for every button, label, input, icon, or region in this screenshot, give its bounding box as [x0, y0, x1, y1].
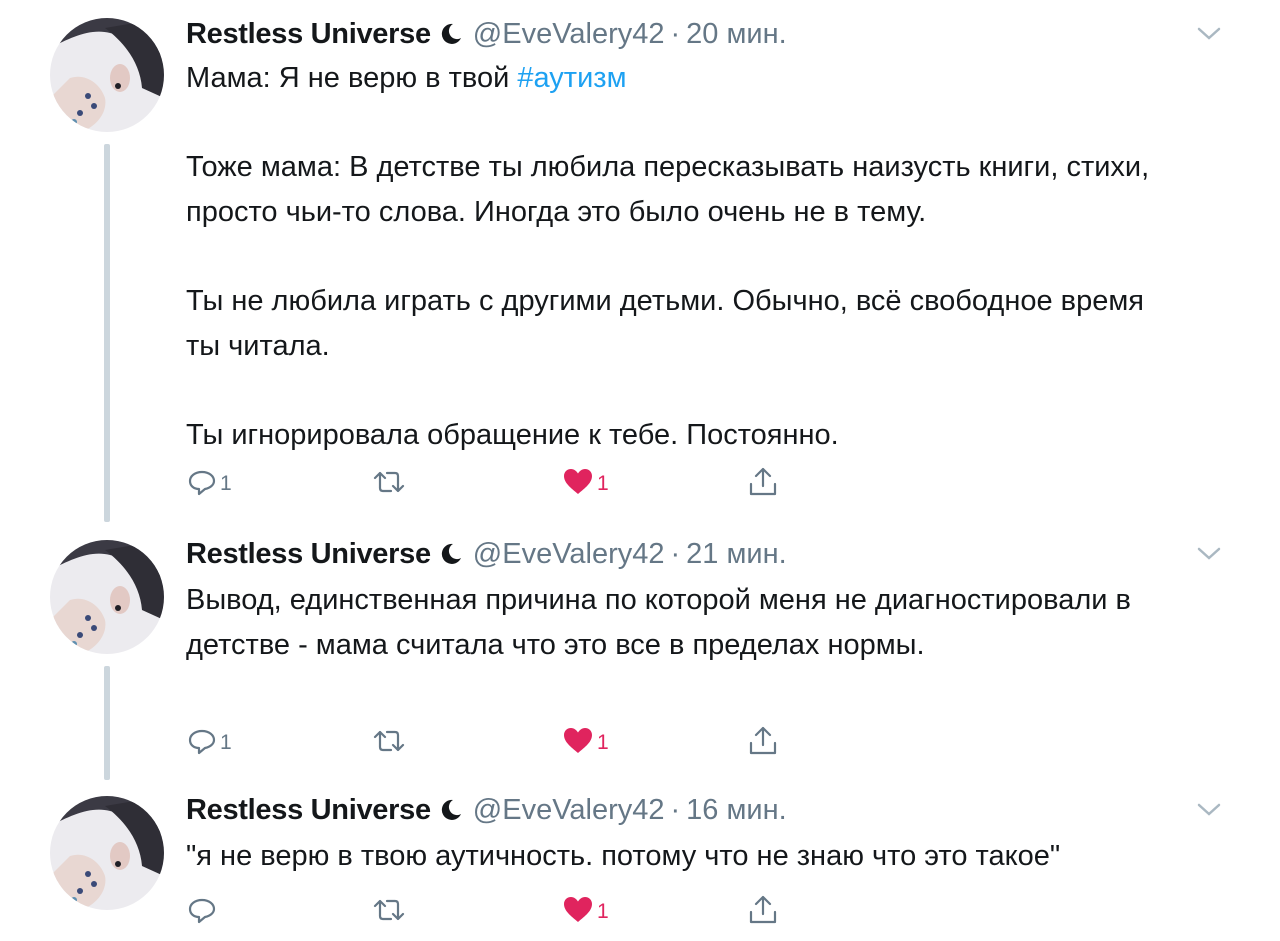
tweet-text-prefix: Мама: Я не верю в твой	[186, 62, 518, 94]
author-handle[interactable]: @EveValery42	[473, 538, 665, 571]
tweet-actions: 1	[186, 894, 806, 931]
author-name[interactable]: Restless Universe	[186, 794, 431, 827]
author-name[interactable]: Restless Universe	[186, 18, 431, 51]
tweet-1: Restless Universe @EveValery42 · 20 мин.…	[0, 0, 1280, 522]
like-count: 1	[597, 472, 609, 495]
chevron-down-icon[interactable]	[1195, 544, 1223, 564]
crescent-moon-icon	[439, 542, 463, 566]
tweet-timestamp[interactable]: 16 мин.	[686, 794, 787, 827]
tweet-header: Restless Universe @EveValery42 · 16 мин.	[186, 790, 787, 830]
share-icon	[746, 466, 780, 503]
tweet-text: "я не верю в твою аутичность. потому что…	[186, 840, 1061, 872]
separator-dot: ·	[670, 793, 681, 826]
thread-line	[104, 144, 110, 522]
retweet-icon	[371, 725, 407, 762]
share-icon	[746, 725, 780, 762]
author-handle[interactable]: @EveValery42	[473, 794, 665, 827]
reply-icon	[186, 894, 218, 931]
reply-icon	[186, 466, 218, 503]
share-button[interactable]	[746, 725, 780, 762]
thread-line	[104, 666, 110, 780]
tweet-paragraph: Тоже мама: В детстве ты любила пересказы…	[186, 151, 1150, 228]
tweet-paragraph: Ты игнорировала обращение к тебе. Постоя…	[186, 419, 839, 451]
reply-button[interactable]: 1	[186, 727, 232, 759]
tweet-timestamp[interactable]: 20 мин.	[686, 18, 787, 51]
hashtag-link[interactable]: #аутизм	[517, 62, 626, 94]
avatar[interactable]	[50, 540, 164, 654]
author-name[interactable]: Restless Universe	[186, 538, 431, 571]
tweet-header: Restless Universe @EveValery42 · 21 мин.	[186, 534, 787, 574]
reply-button[interactable]	[186, 896, 220, 928]
tweet-timestamp[interactable]: 21 мин.	[686, 538, 787, 571]
reply-count: 1	[220, 731, 232, 754]
retweet-button[interactable]	[371, 896, 409, 928]
avatar[interactable]	[50, 796, 164, 910]
share-button[interactable]	[746, 466, 780, 503]
like-count: 1	[597, 900, 609, 923]
like-button[interactable]: 1	[561, 896, 609, 928]
retweet-button[interactable]	[371, 468, 409, 500]
tweet-text: Мама: Я не верю в твой #аутизм Тоже мама…	[186, 56, 1246, 458]
separator-dot: ·	[670, 537, 681, 570]
reply-count: 1	[220, 472, 232, 495]
heart-icon	[561, 725, 595, 762]
reply-icon	[186, 725, 218, 762]
crescent-moon-icon	[439, 798, 463, 822]
retweet-button[interactable]	[371, 727, 409, 759]
tweet-header: Restless Universe @EveValery42 · 20 мин.	[186, 14, 787, 54]
retweet-icon	[371, 466, 407, 503]
heart-icon	[561, 466, 595, 503]
like-button[interactable]: 1	[561, 468, 609, 500]
like-count: 1	[597, 731, 609, 754]
heart-icon	[561, 894, 595, 931]
tweet-3: Restless Universe @EveValery42 · 16 мин.…	[0, 782, 1280, 941]
author-handle[interactable]: @EveValery42	[473, 18, 665, 51]
tweet-actions: 1 1	[186, 466, 806, 503]
separator-dot: ·	[670, 17, 681, 50]
retweet-icon	[371, 894, 407, 931]
crescent-moon-icon	[439, 22, 463, 46]
tweet-text: Вывод, единственная причина по которой м…	[186, 584, 1131, 661]
tweet-paragraph: Ты не любила играть с другими детьми. Об…	[186, 285, 1144, 362]
reply-button[interactable]: 1	[186, 468, 232, 500]
share-icon	[746, 894, 780, 931]
tweet-2: Restless Universe @EveValery42 · 21 мин.…	[0, 526, 1280, 780]
tweet-actions: 1 1	[186, 725, 806, 762]
chevron-down-icon[interactable]	[1195, 24, 1223, 44]
chevron-down-icon[interactable]	[1195, 800, 1223, 820]
avatar[interactable]	[50, 18, 164, 132]
like-button[interactable]: 1	[561, 727, 609, 759]
share-button[interactable]	[746, 894, 780, 931]
